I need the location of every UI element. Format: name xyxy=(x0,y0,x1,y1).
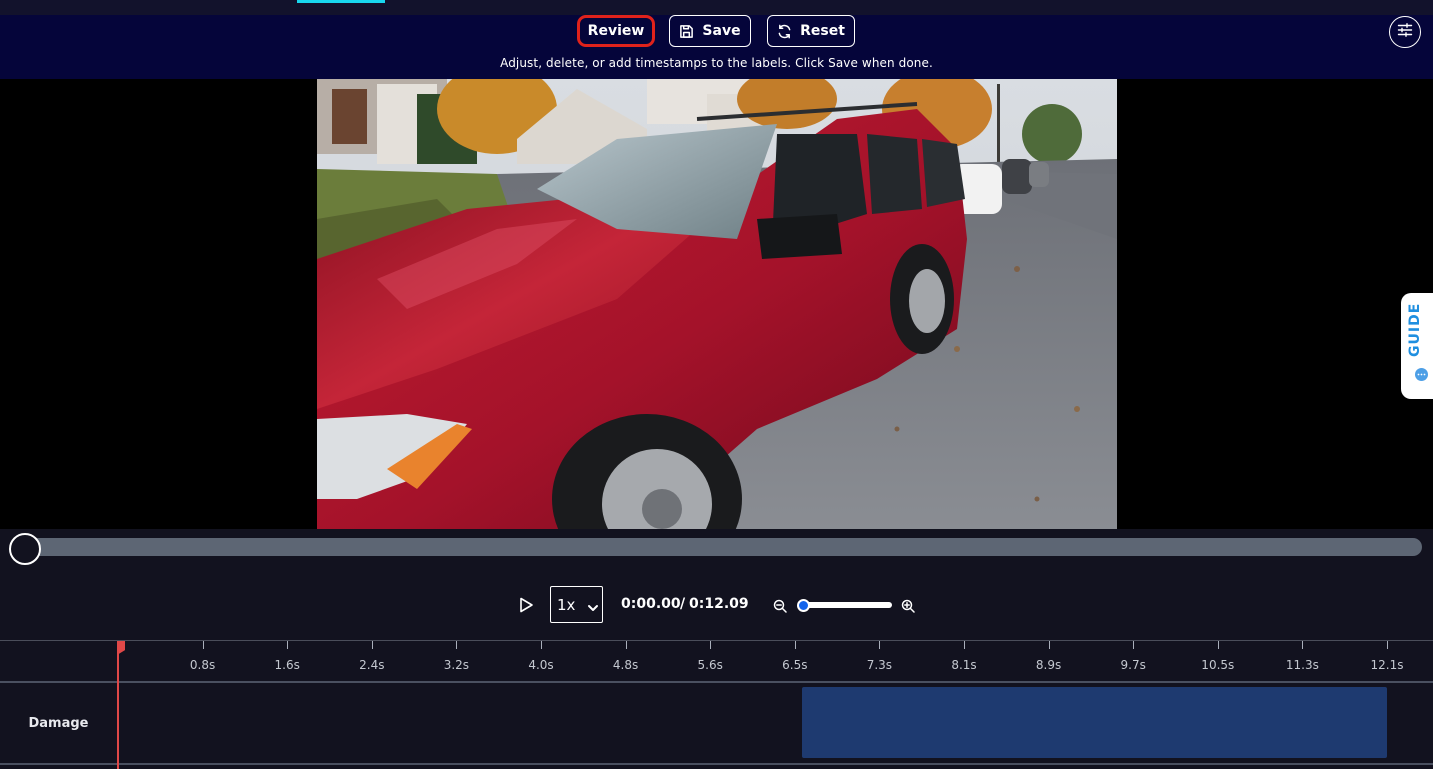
sliders-icon xyxy=(1397,22,1413,42)
timeline-tick xyxy=(625,641,627,649)
time-separator: / xyxy=(680,596,686,612)
timeline-tick xyxy=(287,641,289,649)
track-row-damage: Damage xyxy=(0,683,1433,765)
save-button-label: Save xyxy=(702,23,741,39)
current-time: 0:00.00 xyxy=(621,596,681,612)
video-frame[interactable] xyxy=(317,79,1117,529)
timeline-tick xyxy=(1133,641,1135,649)
guide-tab[interactable]: GUIDE xyxy=(1401,293,1433,399)
timeline-tick xyxy=(1387,641,1388,649)
timeline-tick xyxy=(371,641,373,649)
settings-button[interactable] xyxy=(1389,16,1421,48)
timeline-tick-label: 2.4s xyxy=(359,658,385,672)
video-still-image xyxy=(317,79,1117,529)
zoom-out-button[interactable] xyxy=(773,598,787,617)
zoom-slider[interactable] xyxy=(803,602,892,608)
zoom-in-icon xyxy=(901,598,915,617)
timeline-tick-label: 3.2s xyxy=(443,658,470,672)
playback-controls: 1x 0:00.00 / 0:12.09 xyxy=(0,529,1433,641)
playback-speed-value: 1x xyxy=(557,595,576,614)
playhead[interactable] xyxy=(117,649,119,769)
review-button-label: Review xyxy=(587,23,645,39)
guide-help-icon xyxy=(1415,368,1428,381)
guide-label: GUIDE xyxy=(1407,302,1423,357)
instructions-text: Adjust, delete, or add timestamps to the… xyxy=(500,56,933,70)
save-button[interactable]: Save xyxy=(669,15,751,47)
timeline-tick-label: 8.1s xyxy=(951,658,977,672)
timeline-tick-label: 10.5s xyxy=(1201,658,1235,672)
zoom-out-icon xyxy=(773,598,787,617)
review-button[interactable]: Review xyxy=(577,15,655,47)
play-icon xyxy=(517,597,535,618)
timeline-tick xyxy=(879,641,881,649)
timeline-tick-label: 9.7s xyxy=(1120,658,1146,672)
timeline-tick-label: 5.6s xyxy=(697,658,723,672)
timeline: 0.8s 1.6s 2.4s 3.2s 4.0s 4.8s 5.6s 6.5s 7.3s 8.1s… xyxy=(0,640,1433,769)
reset-button[interactable]: Reset xyxy=(767,15,855,47)
timeline-tick-label: 11.3s xyxy=(1285,658,1319,672)
timeline-tick-label: 6.5s xyxy=(782,658,808,672)
timeline-tick xyxy=(964,641,965,649)
timeline-tick xyxy=(1217,641,1219,649)
timeline-tick xyxy=(1048,641,1050,649)
timeline-tick-label: 8.9s xyxy=(1035,658,1062,672)
video-player[interactable] xyxy=(0,79,1433,529)
timeline-tick-label: 12.1s xyxy=(1370,658,1404,672)
zoom-slider-handle[interactable] xyxy=(797,599,810,612)
refresh-icon xyxy=(777,24,792,39)
timeline-tick-label: 4.0s xyxy=(528,658,554,672)
toolbar: Review Save Reset Adjust, delete, or add… xyxy=(0,15,1433,79)
play-button[interactable] xyxy=(517,596,535,614)
progress-handle[interactable] xyxy=(9,533,41,565)
timeline-tick-label: 1.6s xyxy=(274,658,300,672)
timeline-tick-label: 4.8s xyxy=(612,658,639,672)
top-strip xyxy=(0,0,1433,15)
progress-bar[interactable] xyxy=(24,538,1422,556)
timeline-tick xyxy=(1302,641,1304,649)
chevron-down-icon xyxy=(587,599,599,617)
timeline-tick-label: 7.3s xyxy=(866,658,893,672)
active-tab-indicator xyxy=(297,0,385,3)
timeline-tick xyxy=(541,641,542,649)
timeline-ruler[interactable]: 0.8s 1.6s 2.4s 3.2s 4.0s 4.8s 5.6s 6.5s 7.3s 8.1s… xyxy=(0,641,1433,683)
timeline-tick xyxy=(710,641,712,649)
playback-speed-select[interactable]: 1x xyxy=(550,586,603,623)
timeline-tick xyxy=(456,641,458,649)
labeling-app: Review Save Reset Adjust, delete, or add… xyxy=(0,0,1433,769)
floppy-disk-icon xyxy=(679,24,694,39)
label-segment[interactable] xyxy=(802,687,1387,758)
timeline-tick-label: 0.8s xyxy=(189,658,216,672)
zoom-in-button[interactable] xyxy=(901,598,915,617)
track-label: Damage xyxy=(28,715,89,731)
timeline-tick xyxy=(794,641,796,649)
total-time: 0:12.09 xyxy=(689,596,749,612)
reset-button-label: Reset xyxy=(800,23,845,39)
timeline-tick xyxy=(202,641,204,649)
